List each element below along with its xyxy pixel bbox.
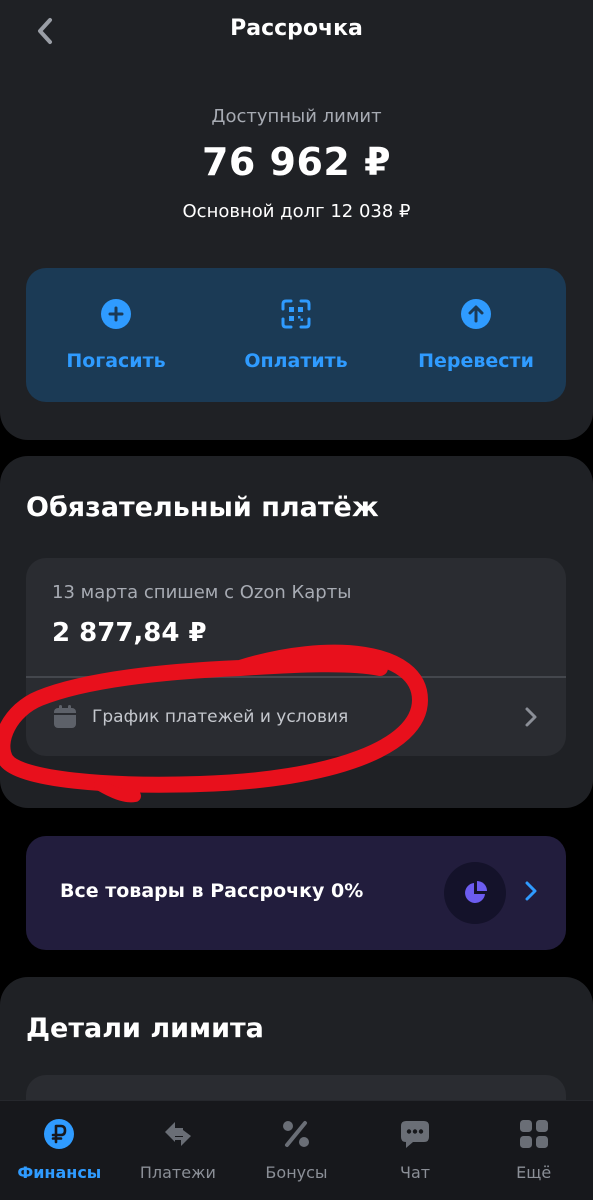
nav-finances[interactable]: Финансы xyxy=(0,1101,119,1200)
nav-bonuses[interactable]: Бонусы xyxy=(237,1101,356,1200)
chevron-right-icon xyxy=(525,707,537,727)
calendar-icon xyxy=(54,705,76,728)
nav-payments[interactable]: Платежи xyxy=(119,1101,238,1200)
bottom-navigation: Финансы Платежи Бонусы Чат Ещё xyxy=(0,1100,593,1200)
chevron-right-icon xyxy=(525,881,537,901)
arrow-up-circle-icon xyxy=(460,298,492,330)
nav-label: Чат xyxy=(400,1163,431,1182)
payment-date-text: 13 марта спишем с Ozon Карты xyxy=(52,582,352,603)
available-limit-label: Доступный лимит xyxy=(211,106,382,127)
mandatory-payment-card: Обязательный платёж 13 марта спишем с Oz… xyxy=(0,456,593,808)
transfer-button-label: Перевести xyxy=(418,350,534,372)
nav-label: Ещё xyxy=(516,1163,552,1182)
plus-circle-icon xyxy=(100,298,132,330)
grid-icon xyxy=(517,1117,551,1151)
promo-label: Все товары в Рассрочку 0% xyxy=(60,880,364,902)
chat-bubble-icon xyxy=(398,1117,432,1151)
pie-chart-icon xyxy=(444,862,506,924)
repay-button-label: Погасить xyxy=(66,350,166,372)
nav-chat[interactable]: Чат xyxy=(356,1101,475,1200)
pay-button-label: Оплатить xyxy=(244,350,348,372)
pay-button[interactable]: Оплатить xyxy=(206,268,386,402)
action-panel: Погасить Оплатить Перевести xyxy=(26,268,566,402)
transfer-arrows-icon xyxy=(161,1117,195,1151)
payment-box: 13 марта спишем с Ozon Карты 2 877,84 ₽ … xyxy=(26,558,566,756)
nav-more[interactable]: Ещё xyxy=(474,1101,593,1200)
payment-schedule-link[interactable]: График платежей и условия xyxy=(26,678,566,756)
limit-card: Рассрочка Доступный лимит 76 962 ₽ Основ… xyxy=(0,0,593,440)
nav-label: Финансы xyxy=(17,1163,102,1182)
mandatory-payment-title: Обязательный платёж xyxy=(26,492,379,523)
available-limit-value: 76 962 ₽ xyxy=(201,140,392,184)
percent-icon xyxy=(279,1117,313,1151)
promo-banner[interactable]: Все товары в Рассрочку 0% xyxy=(26,836,566,950)
limit-details-title: Детали лимита xyxy=(26,1013,264,1044)
nav-label: Бонусы xyxy=(265,1163,328,1182)
nav-label: Платежи xyxy=(139,1163,216,1182)
ruble-icon xyxy=(42,1117,76,1151)
page-title: Рассрочка xyxy=(230,16,363,41)
transfer-button[interactable]: Перевести xyxy=(386,268,566,402)
principal-debt-text: Основной долг 12 038 ₽ xyxy=(182,201,411,222)
payment-amount: 2 877,84 ₽ xyxy=(52,618,207,648)
qr-scan-icon xyxy=(280,298,312,330)
repay-button[interactable]: Погасить xyxy=(26,268,206,402)
payment-schedule-label: График платежей и условия xyxy=(92,707,349,727)
